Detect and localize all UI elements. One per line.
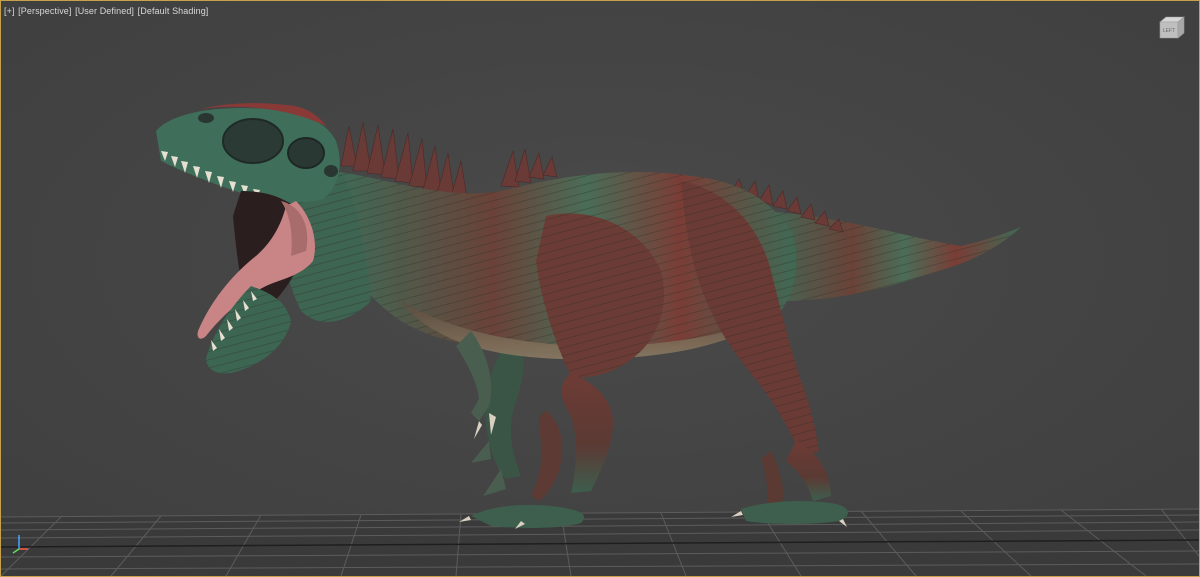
viewport-shading-preset-menu[interactable]: [User Defined] (75, 6, 134, 16)
perspective-viewport[interactable]: [+] [Perspective] [User Defined] [Defaul… (0, 0, 1200, 577)
ground-grid (1, 508, 1199, 576)
viewcube-icon[interactable]: LEFT (1156, 14, 1188, 40)
viewcube-face-label: LEFT (1163, 28, 1175, 34)
viewport-shading-menu[interactable]: [Default Shading] (138, 6, 209, 16)
viewport-label-menu: [+] [Perspective] [User Defined] [Defaul… (4, 6, 209, 16)
viewport-scene[interactable] (1, 1, 1199, 576)
viewport-view-menu[interactable]: [Perspective] (18, 6, 71, 16)
viewport-plus-menu[interactable]: [+] (4, 6, 15, 16)
